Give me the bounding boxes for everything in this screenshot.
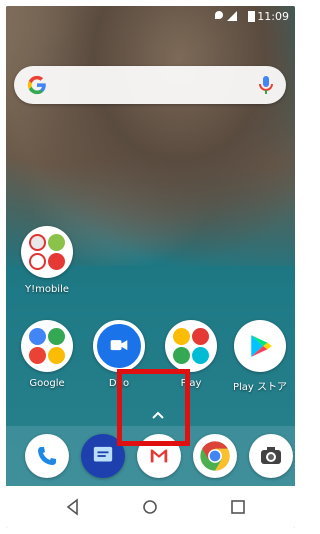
highlight-box [117, 369, 190, 446]
folder-icon [165, 320, 217, 372]
app-label: Y!mobile [24, 284, 70, 295]
location-icon [215, 11, 223, 19]
google-search-bar[interactable] [14, 66, 286, 104]
status-time: 11:09 [257, 10, 289, 23]
app-ymobile-folder[interactable]: Y!mobile [12, 226, 82, 295]
camera-icon [249, 434, 293, 478]
google-g-icon [27, 75, 46, 95]
folder-icon [21, 320, 73, 372]
app-label: Play ストア [232, 382, 288, 393]
dock-camera[interactable] [236, 434, 295, 478]
chrome-icon [193, 434, 237, 478]
home-screen: 11:09 Y!mobile Google Duo Play Play ストア [6, 6, 295, 528]
duo-icon [93, 320, 145, 372]
app-label: Google [29, 378, 65, 389]
folder-icon [21, 226, 73, 278]
battery-icon [248, 11, 255, 22]
mic-icon[interactable] [258, 75, 274, 95]
phone-icon [25, 434, 69, 478]
status-bar: 11:09 [6, 6, 295, 28]
recents-icon[interactable] [228, 497, 248, 517]
app-play-store[interactable]: Play ストア [225, 320, 295, 393]
app-google-folder[interactable]: Google [12, 320, 82, 389]
navigation-bar [6, 486, 295, 528]
back-icon[interactable] [63, 497, 83, 517]
signal-icon [227, 11, 237, 21]
play-store-icon [234, 320, 286, 372]
home-icon[interactable] [140, 497, 160, 517]
